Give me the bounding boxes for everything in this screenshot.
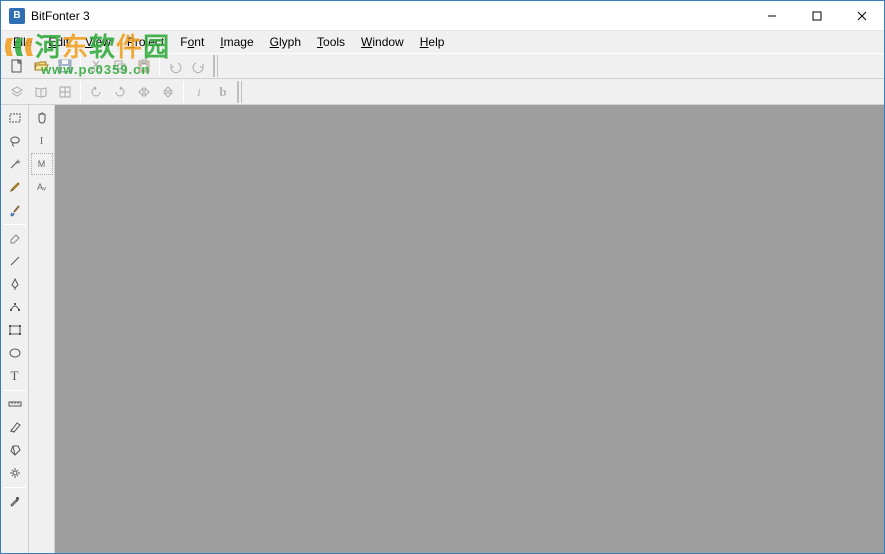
toolbar-grip[interactable]	[237, 81, 243, 103]
menu-file[interactable]: File	[5, 33, 40, 51]
grid-button[interactable]	[53, 81, 77, 103]
rounded-rect-tool[interactable]	[3, 342, 27, 364]
close-button[interactable]	[839, 1, 884, 30]
brush-tool[interactable]	[3, 199, 27, 221]
maximize-button[interactable]	[794, 1, 839, 30]
eraser-tool[interactable]	[3, 227, 27, 249]
rotate-cw-button[interactable]	[108, 81, 132, 103]
magic-wand-tool[interactable]	[3, 153, 27, 175]
flip-v-button[interactable]	[156, 81, 180, 103]
menu-project[interactable]: Project	[119, 33, 172, 51]
toolbox-separator	[4, 390, 26, 391]
toolbar-separator	[80, 82, 81, 102]
select-rect-tool[interactable]	[3, 107, 27, 129]
window-controls	[749, 1, 884, 30]
menu-image[interactable]: Image	[212, 33, 261, 51]
canvas-area[interactable]	[55, 105, 884, 553]
open-button[interactable]	[29, 55, 53, 77]
rotate-ccw-button[interactable]	[84, 81, 108, 103]
menu-font[interactable]: Font	[172, 33, 212, 51]
fx-tool[interactable]	[3, 462, 27, 484]
toolbox-secondary: I M Aᵥ	[29, 105, 55, 553]
toolbar-separator	[183, 82, 184, 102]
smudge-tool[interactable]	[3, 439, 27, 461]
hand-tool[interactable]	[31, 107, 53, 129]
book-button[interactable]	[29, 81, 53, 103]
app-icon: B	[9, 8, 25, 24]
toolbar-separator	[80, 56, 81, 76]
shape-tool[interactable]	[3, 319, 27, 341]
toolbar-secondary: i b	[1, 79, 884, 105]
menu-view[interactable]: View	[77, 33, 119, 51]
menu-window[interactable]: Window	[353, 33, 412, 51]
cut-button[interactable]	[84, 55, 108, 77]
gradient-tool[interactable]	[3, 416, 27, 438]
metrics-tool[interactable]: M	[31, 153, 53, 175]
workspace: T I M Aᵥ	[1, 105, 884, 553]
text-tool[interactable]: T	[3, 365, 27, 387]
eyedropper-tool[interactable]	[3, 490, 27, 512]
menu-glyph[interactable]: Glyph	[262, 33, 309, 51]
save-button[interactable]	[53, 55, 77, 77]
layers-button[interactable]	[5, 81, 29, 103]
bold-button[interactable]: b	[211, 81, 235, 103]
toolbox-separator	[4, 224, 26, 225]
lasso-tool[interactable]	[3, 130, 27, 152]
line-tool[interactable]	[3, 250, 27, 272]
toolbar-separator	[159, 56, 160, 76]
menu-tools[interactable]: Tools	[309, 33, 353, 51]
toolbar-grip[interactable]	[213, 55, 219, 77]
undo-button[interactable]	[163, 55, 187, 77]
pencil-tool[interactable]	[3, 176, 27, 198]
flip-h-button[interactable]	[132, 81, 156, 103]
window-title: BitFonter 3	[31, 9, 90, 23]
toolbar-main	[1, 53, 884, 79]
new-button[interactable]	[5, 55, 29, 77]
pen-tool[interactable]	[3, 273, 27, 295]
copy-button[interactable]	[108, 55, 132, 77]
redo-button[interactable]	[187, 55, 211, 77]
titlebar: B BitFonter 3	[1, 1, 884, 31]
type-tool[interactable]: I	[31, 130, 53, 152]
menu-help[interactable]: Help	[412, 33, 453, 51]
menubar: File Edit View Project Font Image Glyph …	[1, 31, 884, 53]
toolbox-left: T	[1, 105, 29, 553]
info-button[interactable]: i	[187, 81, 211, 103]
paste-button[interactable]	[132, 55, 156, 77]
kerning-tool[interactable]: Aᵥ	[31, 176, 53, 198]
menu-edit[interactable]: Edit	[40, 33, 77, 51]
toolbox-separator	[4, 487, 26, 488]
measure-tool[interactable]	[3, 393, 27, 415]
minimize-button[interactable]	[749, 1, 794, 30]
node-edit-tool[interactable]	[3, 296, 27, 318]
